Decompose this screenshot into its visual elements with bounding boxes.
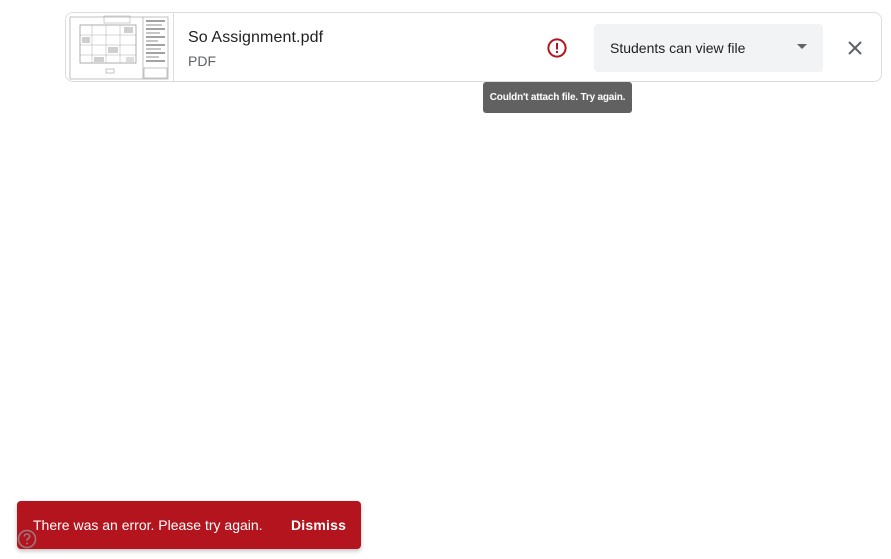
error-tooltip: Couldn't attach file. Try again. [483,82,632,113]
floorplan-thumbnail-icon [69,15,169,80]
share-permission-value: Students can view file [610,40,746,56]
attachment-card[interactable]: So Assignment.pdf PDF Students can view … [65,12,882,82]
help-icon[interactable] [16,528,38,550]
share-permission-select[interactable]: Students can view file [594,24,823,72]
snackbar-message: There was an error. Please try again. [33,517,263,533]
page: So Assignment.pdf PDF Students can view … [0,0,891,559]
error-snackbar: There was an error. Please try again. Di… [17,501,361,549]
close-icon[interactable] [844,37,866,59]
file-type-label: PDF [188,53,216,69]
error-exclamation-icon[interactable] [546,37,568,59]
file-name[interactable]: So Assignment.pdf [188,29,323,47]
dropdown-arrow-icon [797,44,807,49]
dismiss-button[interactable]: Dismiss [283,510,354,540]
file-thumbnail[interactable] [66,13,174,81]
